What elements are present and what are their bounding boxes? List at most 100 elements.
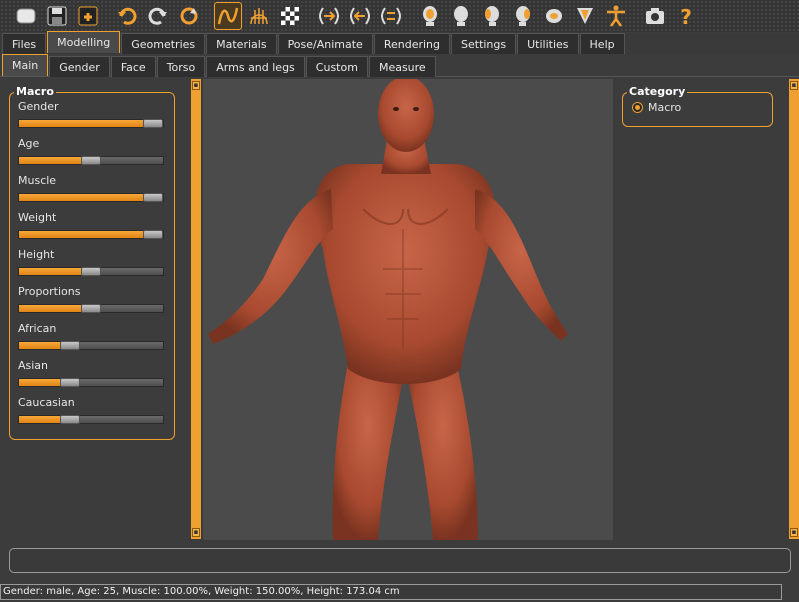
macro-group: Macro Gender Age Muscle Weight Height Proport…: [9, 85, 175, 440]
side-view-icon: [381, 7, 401, 25]
subtab-measure[interactable]: Measure: [368, 56, 436, 77]
slider-label: Weight: [18, 211, 57, 224]
slider-fill: [19, 120, 153, 127]
slider-weight: Weight: [18, 211, 166, 239]
slider-track[interactable]: [18, 304, 164, 313]
slider-caucasian: Caucasian: [18, 396, 166, 424]
slider-track[interactable]: [18, 193, 164, 202]
background-button[interactable]: [276, 2, 304, 30]
slider-handle[interactable]: [81, 156, 101, 165]
wireframe-button[interactable]: [245, 2, 273, 30]
tab-rendering[interactable]: Rendering: [373, 33, 450, 54]
slider-track[interactable]: [18, 378, 164, 387]
splitter-top-handle[interactable]: ▪: [192, 81, 200, 90]
head-front-icon: [423, 6, 437, 26]
slider-handle[interactable]: [81, 304, 101, 313]
3d-viewport[interactable]: [203, 79, 613, 540]
head-left-icon: [485, 6, 499, 26]
head-bottom-icon: [577, 8, 593, 24]
right-splitter[interactable]: ▪ ▪: [789, 79, 799, 539]
smooth-button[interactable]: [214, 2, 242, 30]
reset-button[interactable]: [175, 2, 203, 30]
tab-help[interactable]: Help: [579, 33, 625, 54]
slider-age: Age: [18, 137, 166, 165]
tab-files[interactable]: Files: [2, 33, 47, 54]
tab-pose-animate[interactable]: Pose/Animate: [277, 33, 373, 54]
slider-track[interactable]: [18, 267, 164, 276]
subtab-gender[interactable]: Gender: [49, 56, 110, 77]
head-top-button[interactable]: [540, 2, 568, 30]
slider-handle[interactable]: [81, 267, 101, 276]
new-file-button[interactable]: [12, 2, 40, 30]
screenshot-button[interactable]: [641, 2, 669, 30]
head-back-button[interactable]: [447, 2, 475, 30]
export-button[interactable]: [74, 2, 102, 30]
front-view-button[interactable]: [315, 2, 343, 30]
slider-proportions: Proportions: [18, 285, 166, 313]
slider-track[interactable]: [18, 341, 164, 350]
undo-button[interactable]: [113, 2, 141, 30]
slider-handle[interactable]: [60, 378, 80, 387]
redo-button[interactable]: [144, 2, 172, 30]
slider-label: Gender: [18, 100, 59, 113]
head-right-button[interactable]: [509, 2, 537, 30]
back-view-icon: [350, 7, 370, 25]
left-splitter[interactable]: ▪ ▪: [191, 79, 201, 539]
tab-settings[interactable]: Settings: [451, 33, 517, 54]
pose-button[interactable]: [602, 2, 630, 30]
subtab-arms-and-legs[interactable]: Arms and legs: [206, 56, 305, 77]
slider-label: Caucasian: [18, 396, 75, 409]
tab-utilities[interactable]: Utilities: [517, 33, 579, 54]
right-splitter-bottom-handle[interactable]: ▪: [790, 528, 798, 537]
category-group: Category Macro: [622, 85, 773, 127]
right-splitter-top-handle[interactable]: ▪: [790, 81, 798, 90]
tab-materials[interactable]: Materials: [206, 33, 277, 54]
head-left-button[interactable]: [478, 2, 506, 30]
splitter-bottom-handle[interactable]: ▪: [192, 528, 200, 537]
head-front-button[interactable]: [416, 2, 444, 30]
head-back-icon: [454, 6, 468, 26]
human-model: [208, 79, 568, 540]
export-icon: [78, 6, 98, 26]
help-button[interactable]: ?: [672, 2, 700, 30]
category-option-macro[interactable]: Macro: [632, 101, 681, 114]
slider-track[interactable]: [18, 230, 164, 239]
side-view-button[interactable]: [377, 2, 405, 30]
category-option-label: Macro: [648, 101, 682, 114]
subtab-face[interactable]: Face: [110, 56, 156, 77]
slider-handle[interactable]: [143, 193, 163, 202]
status-bar: Gender: male, Age: 25, Muscle: 100.00%, …: [0, 584, 782, 600]
command-box[interactable]: [9, 548, 791, 573]
subtab-main[interactable]: Main: [2, 54, 49, 76]
back-view-button[interactable]: [346, 2, 374, 30]
slider-label: Asian: [18, 359, 49, 372]
reset-icon: [180, 7, 198, 25]
redo-icon: [148, 7, 167, 25]
pose-figure-icon: [607, 5, 625, 27]
tab-geometries[interactable]: Geometries: [121, 33, 206, 54]
tab-modelling[interactable]: Modelling: [47, 31, 121, 53]
slider-handle[interactable]: [143, 119, 163, 128]
slider-track[interactable]: [18, 119, 164, 128]
slider-handle[interactable]: [60, 415, 80, 424]
slider-handle[interactable]: [60, 341, 80, 350]
save-button[interactable]: [43, 2, 71, 30]
smooth-curve-icon: [217, 7, 239, 25]
slider-fill: [19, 194, 153, 201]
subtab-torso[interactable]: Torso: [156, 56, 206, 77]
slider-asian: Asian: [18, 359, 166, 387]
slider-track[interactable]: [18, 415, 164, 424]
slider-label: Muscle: [18, 174, 57, 187]
head-bottom-button[interactable]: [571, 2, 599, 30]
question-mark-icon: ?: [680, 5, 692, 28]
slider-label: Proportions: [18, 285, 81, 298]
slider-gender: Gender: [18, 100, 166, 128]
slider-handle[interactable]: [143, 230, 163, 239]
slider-track[interactable]: [18, 156, 164, 165]
category-group-title: Category: [627, 85, 688, 98]
new-file-icon: [16, 8, 36, 24]
subtab-custom[interactable]: Custom: [305, 56, 368, 77]
radio-selected-icon[interactable]: [632, 102, 643, 113]
slider-label: Height: [18, 248, 55, 261]
head-top-icon: [546, 9, 562, 23]
